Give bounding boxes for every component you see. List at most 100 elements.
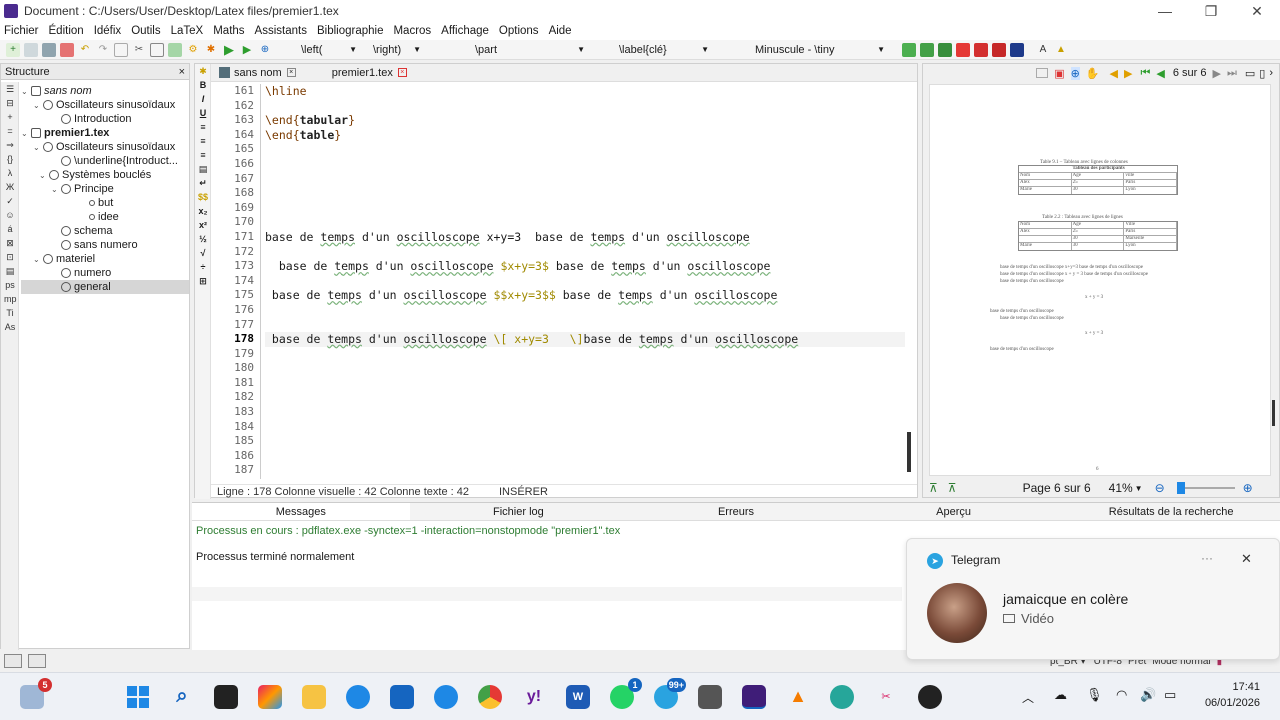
telegram-notification[interactable]: ➤ Telegram ··· ✕ jamaicque en colère Vid… bbox=[906, 538, 1280, 660]
smiley-icon[interactable]: ☺ bbox=[4, 210, 16, 222]
zoom-in-icon[interactable]: ⊕ bbox=[1243, 481, 1253, 495]
close-tab-icon[interactable]: × bbox=[397, 68, 407, 77]
tab-sans-nom[interactable]: sans nom × bbox=[211, 64, 304, 82]
menu-macros[interactable]: Macros bbox=[393, 25, 431, 37]
check-icon[interactable]: ✓ bbox=[4, 196, 16, 208]
next-arrow-icon[interactable]: ▶ bbox=[1124, 67, 1132, 80]
run-view-icon[interactable]: ▶ bbox=[240, 43, 254, 57]
align-left-icon[interactable]: ≡ bbox=[197, 122, 209, 134]
redo-icon[interactable]: ↷ bbox=[96, 43, 110, 57]
section-select[interactable]: \part ▼ bbox=[470, 42, 590, 58]
copy-icon[interactable] bbox=[114, 42, 128, 57]
metapost-icon[interactable]: ⊡ bbox=[4, 252, 16, 264]
align-right-icon[interactable]: ≡ bbox=[197, 150, 209, 162]
snipping-tool-icon[interactable]: ✂ bbox=[874, 685, 898, 709]
copilot-icon[interactable] bbox=[258, 684, 282, 709]
mp-icon[interactable]: mp bbox=[4, 294, 17, 306]
preview-scrollbar[interactable] bbox=[1272, 400, 1275, 426]
last-page-icon[interactable]: ⏭ bbox=[1227, 67, 1237, 80]
menu-outils[interactable]: Outils bbox=[131, 25, 160, 37]
chevron-up-icon[interactable]: ︿ bbox=[1022, 689, 1034, 706]
sqrt-icon[interactable]: √ bbox=[197, 248, 209, 260]
close-structure-button[interactable]: × bbox=[179, 66, 185, 78]
page-icon[interactable] bbox=[1036, 68, 1049, 78]
tree-item[interactable]: \underline{Introduct... bbox=[21, 154, 189, 168]
frac-icon[interactable]: ÷ bbox=[197, 262, 209, 274]
structure-icon[interactable]: ☰ bbox=[4, 84, 16, 96]
tab-erreurs[interactable]: Erreurs bbox=[627, 503, 845, 520]
relation-icon[interactable]: ⊟ bbox=[4, 98, 16, 110]
settings-gear-icon[interactable]: ⚙ bbox=[186, 43, 200, 57]
menu-edition[interactable]: Édition bbox=[49, 25, 84, 37]
save-icon[interactable] bbox=[42, 42, 56, 57]
tree-item-selected[interactable]: general bbox=[21, 280, 189, 294]
font-size-select[interactable]: Minuscule - \tiny ▼ bbox=[750, 42, 890, 58]
label-select[interactable]: \label{clé} ▼ bbox=[614, 42, 714, 58]
star-icon[interactable]: ✱ bbox=[197, 66, 209, 78]
sync-icon[interactable]: ⊼ bbox=[948, 481, 957, 495]
accent-icon[interactable]: á bbox=[4, 224, 16, 236]
clock-date[interactable]: 06/01/2026 bbox=[1200, 697, 1260, 709]
zoom-out-icon[interactable]: ⊖ bbox=[1155, 481, 1165, 495]
paste-icon[interactable] bbox=[150, 42, 164, 57]
battery-icon[interactable]: ▭ bbox=[1164, 687, 1176, 703]
tab-resultats[interactable]: Résultats de la recherche bbox=[1062, 503, 1280, 520]
table-icon[interactable] bbox=[938, 42, 952, 57]
subscript-icon[interactable]: x₂ bbox=[197, 206, 209, 218]
chrome-icon[interactable] bbox=[478, 684, 502, 709]
yahoo-icon[interactable]: y! bbox=[522, 685, 546, 709]
toggle-messages-button[interactable] bbox=[28, 654, 46, 668]
whatsapp-icon[interactable]: 1 bbox=[610, 677, 642, 709]
zoom-slider-track[interactable] bbox=[1184, 487, 1235, 489]
tree-item[interactable]: sans numero bbox=[21, 238, 189, 252]
expand-toggle[interactable]: ⌄ bbox=[21, 87, 31, 96]
menu-assistants[interactable]: Assistants bbox=[255, 25, 307, 37]
store-icon[interactable] bbox=[390, 684, 414, 709]
tab-apercu[interactable]: Aperçu bbox=[845, 503, 1063, 520]
tikz-icon[interactable]: ▤ bbox=[4, 266, 16, 278]
word-icon[interactable]: W bbox=[566, 684, 590, 709]
code-text-area[interactable]: \hline \end{tabular} \end{table} base de… bbox=[265, 84, 905, 479]
bold-icon[interactable]: B bbox=[197, 80, 209, 92]
tree-item[interactable]: Introduction bbox=[21, 112, 189, 126]
menu-affichage[interactable]: Affichage bbox=[441, 25, 489, 37]
app-icon[interactable] bbox=[918, 684, 942, 709]
pstricks-icon[interactable]: ⊠ bbox=[4, 238, 16, 250]
expand-toggle[interactable]: ⌄ bbox=[33, 143, 43, 152]
undo-icon[interactable]: ↶ bbox=[78, 43, 92, 57]
tree-item[interactable]: ⌄ Oscillateurs sinusoïdaux bbox=[21, 140, 189, 154]
view-pdf-icon[interactable]: ⊕ bbox=[258, 43, 272, 57]
math-dollar-icon[interactable]: $$ bbox=[197, 192, 209, 204]
arrow-icon[interactable]: ⇒ bbox=[4, 140, 16, 152]
fraction-icon[interactable]: ½ bbox=[197, 234, 209, 246]
tree-item[interactable]: ⌄ Principe bbox=[21, 182, 189, 196]
telegram-taskbar-icon[interactable]: 99+ bbox=[654, 677, 686, 709]
superscript-icon[interactable]: x² bbox=[197, 220, 209, 232]
expand-toggle[interactable]: ⌄ bbox=[51, 185, 61, 194]
close-tab-icon[interactable]: × bbox=[286, 68, 296, 77]
menu-bibliographie[interactable]: Bibliographie bbox=[317, 25, 384, 37]
close-window-button[interactable]: ✕ bbox=[1234, 0, 1280, 22]
table-icon[interactable] bbox=[992, 42, 1006, 57]
tree-item[interactable]: ⌄ Oscillateurs sinusoïdaux bbox=[21, 98, 189, 112]
vlc-icon[interactable]: ▲ bbox=[786, 685, 810, 709]
cyrillic-icon[interactable]: Ж bbox=[4, 182, 16, 194]
edge-browser-icon[interactable] bbox=[346, 684, 370, 709]
tab-messages[interactable]: Messages bbox=[192, 503, 410, 520]
first-page-icon[interactable]: ⏮ bbox=[1140, 67, 1150, 80]
notification-close-button[interactable]: ✕ bbox=[1241, 551, 1252, 567]
font-a-icon[interactable]: A bbox=[1036, 43, 1050, 57]
windows-start-icon[interactable] bbox=[126, 685, 150, 709]
maximize-button[interactable]: ❐ bbox=[1188, 0, 1234, 22]
menu-aide[interactable]: Aide bbox=[549, 25, 572, 37]
next-page-icon[interactable]: ▶ bbox=[1212, 67, 1220, 80]
equal-icon[interactable]: = bbox=[4, 126, 16, 138]
ti-icon[interactable]: Ti bbox=[4, 308, 16, 320]
app-icon[interactable] bbox=[830, 684, 854, 709]
table-icon[interactable] bbox=[1010, 42, 1024, 57]
plus-icon[interactable]: + bbox=[4, 112, 16, 124]
weather-icon[interactable]: 5 bbox=[20, 677, 52, 709]
zoom-slider-handle[interactable] bbox=[1176, 482, 1185, 494]
expand-toggle[interactable]: ⌄ bbox=[21, 129, 31, 138]
tree-item[interactable]: ⌄ premier1.tex bbox=[21, 126, 189, 140]
